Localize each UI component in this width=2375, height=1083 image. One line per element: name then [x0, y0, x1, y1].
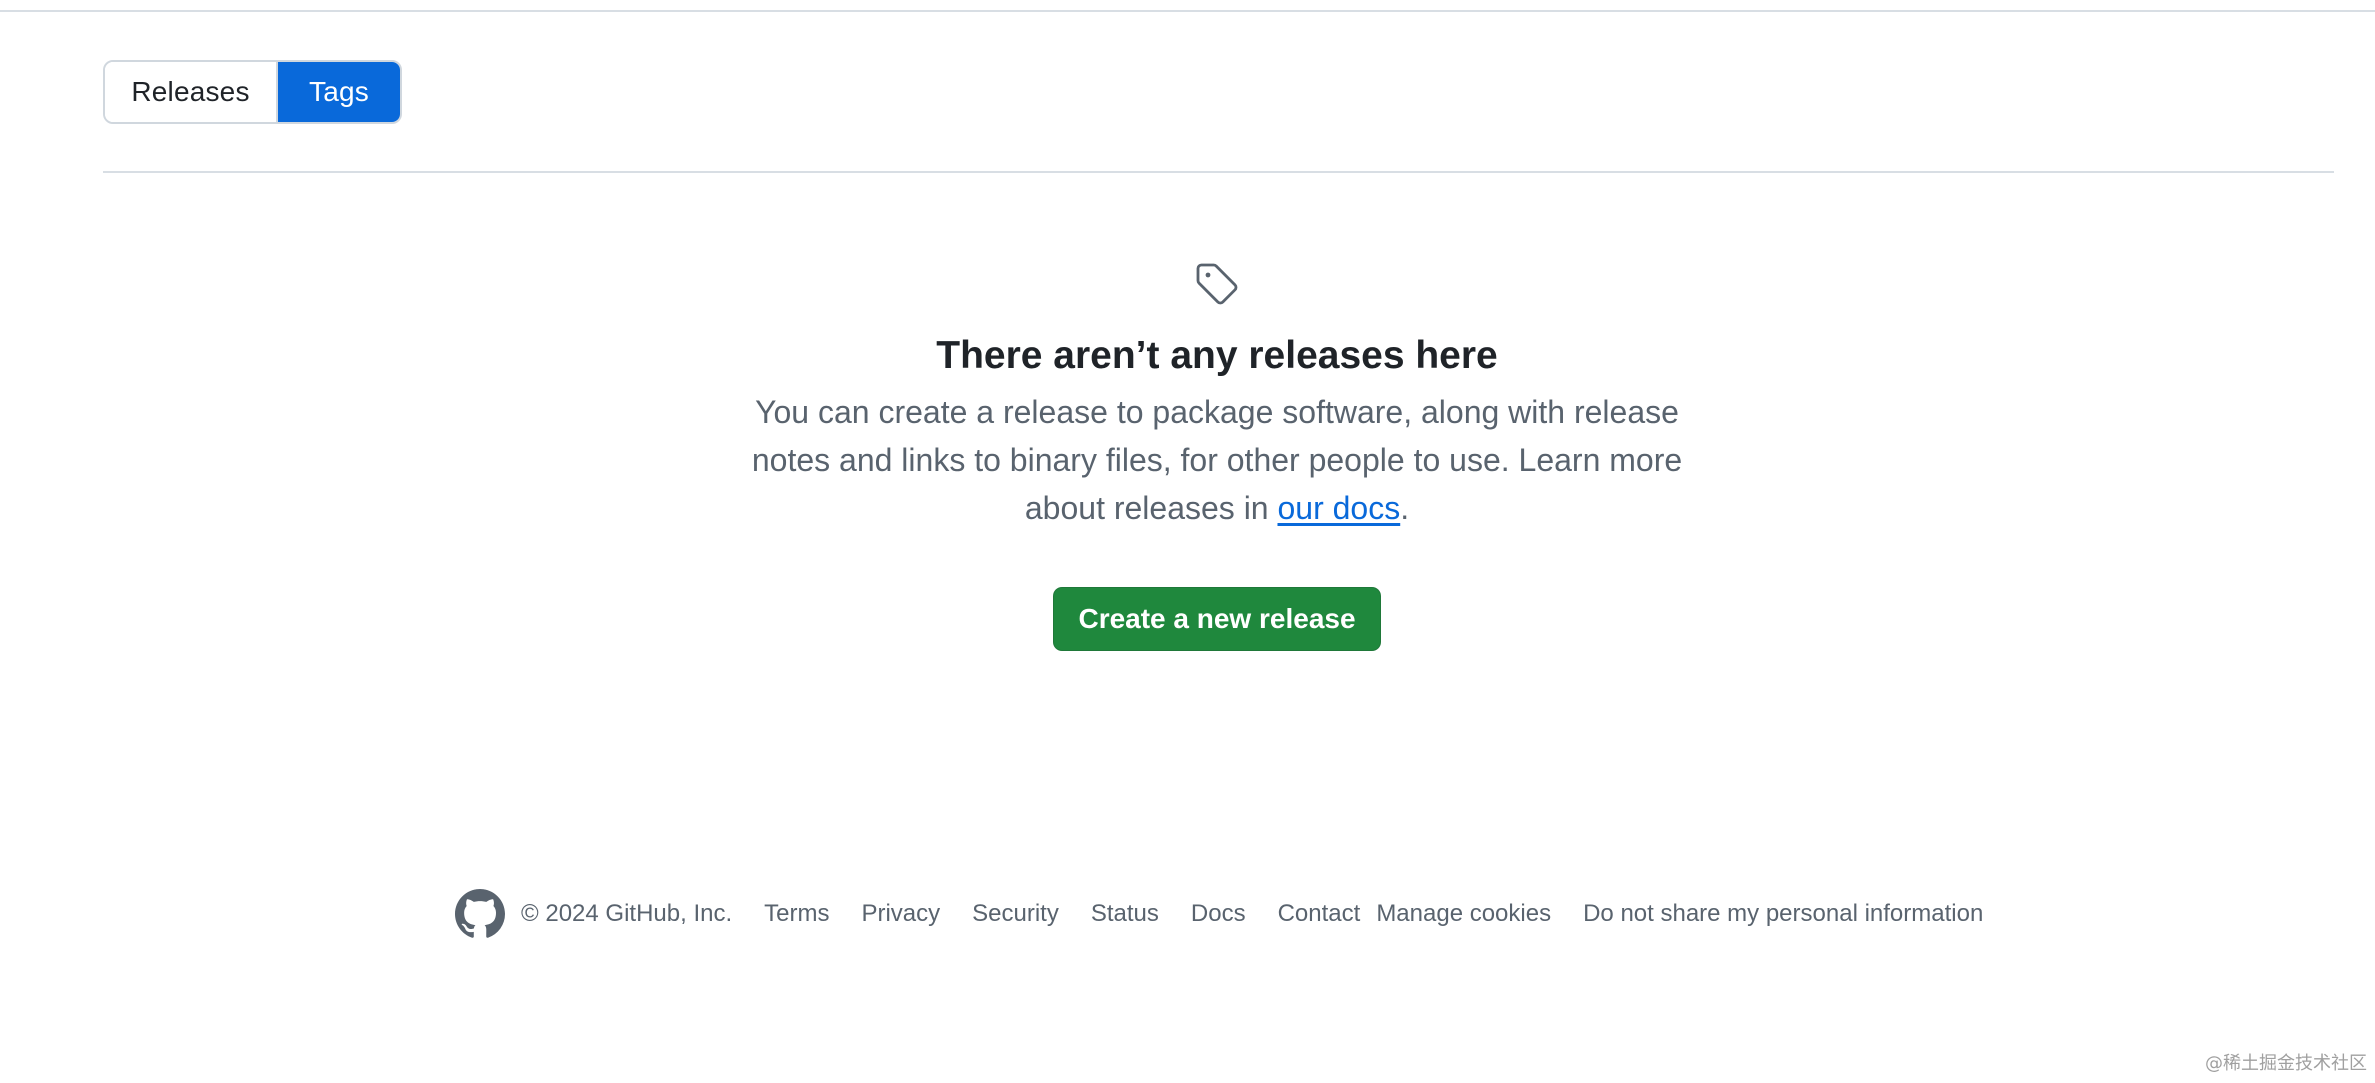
- description-text: You can create a release to package soft…: [751, 393, 1683, 526]
- github-logo-icon[interactable]: [455, 889, 505, 939]
- footer-copyright: © 2024 GitHub, Inc.: [521, 900, 733, 927]
- top-border: [0, 10, 2375, 12]
- footer-link-security[interactable]: Security: [972, 900, 1059, 928]
- blankslate: There aren’t any releases here You can c…: [0, 260, 2375, 651]
- footer-link-contact[interactable]: Contact: [1278, 900, 1361, 928]
- blankslate-title: There aren’t any releases here: [936, 334, 1498, 377]
- footer-link-terms[interactable]: Terms: [764, 900, 829, 928]
- footer-link-privacy[interactable]: Privacy: [861, 900, 940, 928]
- tag-icon: [1196, 263, 1238, 305]
- create-release-button[interactable]: Create a new release: [1053, 586, 1381, 651]
- blankslate-description: You can create a release to package soft…: [747, 388, 1687, 532]
- footer-link-docs[interactable]: Docs: [1191, 900, 1246, 928]
- description-period: .: [1400, 489, 1410, 526]
- releases-tags-toggle: Releases Tags: [103, 60, 402, 124]
- footer-link-status[interactable]: Status: [1091, 900, 1159, 928]
- docs-link[interactable]: our docs: [1277, 490, 1400, 526]
- footer: © 2024 GitHub, Inc. Terms Privacy Securi…: [455, 886, 2015, 942]
- watermark: @稀土掘金技术社区: [2205, 1053, 2367, 1074]
- footer-link-do-not-share[interactable]: Do not share my personal information: [1583, 900, 1983, 928]
- footer-link-manage-cookies[interactable]: Manage cookies: [1376, 900, 1551, 928]
- tags-tab[interactable]: Tags: [278, 62, 400, 122]
- section-divider: [103, 171, 2334, 173]
- releases-tab[interactable]: Releases: [105, 62, 278, 122]
